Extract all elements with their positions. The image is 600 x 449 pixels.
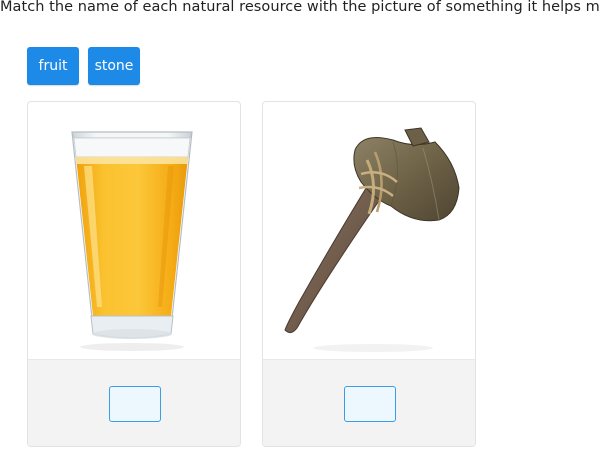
question-prompt: Match the name of each natural resource … bbox=[0, 0, 600, 15]
card-axe bbox=[262, 101, 476, 447]
card-footer bbox=[28, 359, 240, 446]
card-footer bbox=[263, 359, 475, 446]
drop-target-axe[interactable] bbox=[344, 386, 396, 422]
tile-fruit[interactable]: fruit bbox=[27, 47, 79, 85]
tile-stone[interactable]: stone bbox=[88, 47, 140, 85]
stone-axe-icon bbox=[284, 127, 460, 352]
card-juice bbox=[27, 101, 241, 447]
question-page: Match the name of each natural resource … bbox=[0, 0, 600, 449]
drop-target-juice[interactable] bbox=[109, 386, 161, 422]
orange-juice-glass-icon bbox=[71, 131, 193, 351]
